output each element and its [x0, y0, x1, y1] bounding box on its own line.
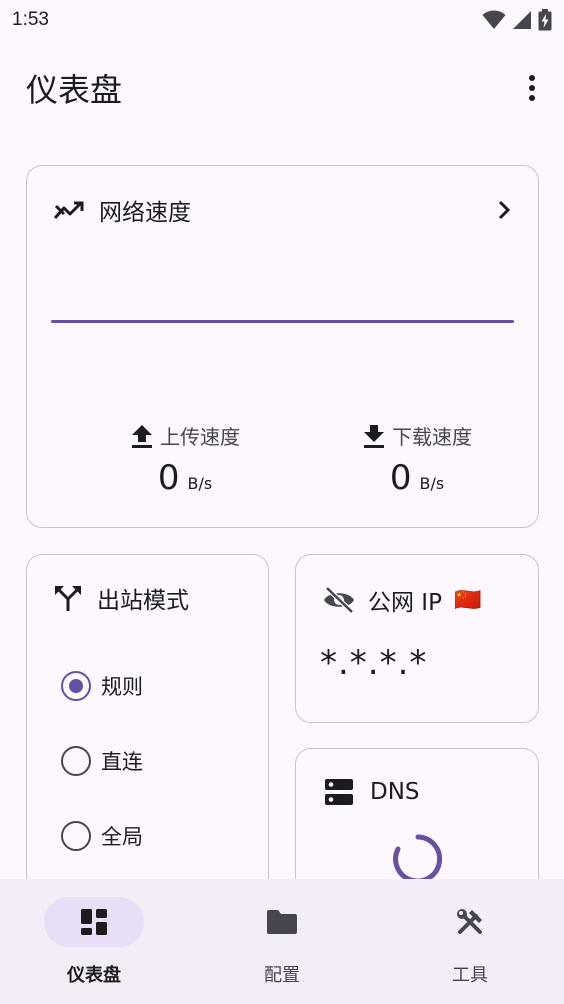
outbound-option-rule[interactable]: 规则	[61, 671, 143, 701]
app-bar: 仪表盘	[0, 58, 564, 118]
trending-icon	[53, 201, 84, 220]
nav-item-profiles[interactable]: 配置	[188, 879, 376, 1004]
upload-speed: 上传速度 0 B/s	[105, 421, 265, 498]
radio-label: 全局	[101, 825, 143, 849]
tools-icon	[457, 909, 482, 934]
radio-label: 直连	[101, 750, 143, 774]
bottom-navigation: 仪表盘 配置 工具	[0, 879, 564, 1004]
call-split-icon	[55, 586, 81, 611]
download-speed-unit: B/s	[419, 474, 445, 493]
radio-direct[interactable]	[61, 746, 91, 776]
speed-chart-line	[51, 320, 514, 323]
download-speed: 下载速度 0 B/s	[337, 421, 497, 498]
outbound-option-direct[interactable]: 直连	[61, 746, 143, 776]
download-speed-label: 下载速度	[392, 425, 472, 449]
dns-title: DNS	[370, 779, 420, 805]
more-options-button[interactable]	[518, 68, 546, 108]
outbound-option-global[interactable]: 全局	[61, 821, 143, 851]
country-flag: 🇨🇳	[453, 587, 482, 613]
radio-global[interactable]	[61, 821, 91, 851]
status-bar: 1:53	[0, 0, 564, 40]
dashboard-icon	[81, 909, 107, 935]
outbound-mode-title: 出站模式	[97, 588, 189, 614]
public-ip-header: 公网 IP 🇨🇳	[322, 583, 481, 617]
outbound-mode-card: 出站模式 规则 直连 全局	[26, 554, 269, 894]
nav-pill-profiles	[232, 897, 332, 947]
upload-speed-value: 0	[157, 458, 180, 498]
radio-label: 规则	[101, 675, 143, 699]
radio-rule[interactable]	[61, 671, 91, 701]
network-speed-card[interactable]: 网络速度 上传速度 0 B/s 下载速度 0 B/s	[26, 165, 539, 528]
outbound-mode-header: 出站模式	[53, 581, 189, 615]
network-speed-title: 网络速度	[99, 200, 191, 226]
upload-speed-unit: B/s	[187, 474, 213, 493]
battery-charging-icon	[538, 9, 552, 31]
dns-header: DNS	[324, 777, 420, 807]
network-speed-header: 网络速度	[53, 192, 512, 228]
nav-item-tools[interactable]: 工具	[376, 879, 564, 1004]
page-title: 仪表盘	[26, 71, 123, 109]
dns-icon	[325, 779, 353, 805]
more-vert-icon	[529, 75, 535, 101]
nav-label-tools: 工具	[452, 965, 488, 986]
download-speed-value: 0	[389, 458, 412, 498]
nav-label-dashboard: 仪表盘	[67, 965, 121, 986]
status-icons	[482, 9, 552, 31]
visibility-off-icon[interactable]	[322, 586, 356, 614]
upload-speed-label: 上传速度	[160, 425, 240, 449]
nav-label-profiles: 配置	[264, 965, 300, 986]
nav-pill-tools	[420, 897, 520, 947]
public-ip-card[interactable]: 公网 IP 🇨🇳 *.*.*.*	[295, 554, 539, 723]
public-ip-title: 公网 IP	[368, 590, 442, 616]
wifi-icon	[482, 10, 506, 29]
nav-active-indicator	[44, 897, 144, 947]
download-icon	[364, 424, 384, 448]
public-ip-value: *.*.*.*	[320, 643, 428, 683]
cellular-signal-icon	[513, 11, 531, 29]
upload-icon	[132, 424, 152, 448]
status-time: 1:53	[12, 9, 49, 30]
nav-item-dashboard[interactable]: 仪表盘	[0, 879, 188, 1004]
chevron-right-icon[interactable]	[496, 199, 512, 221]
folder-icon	[267, 910, 297, 934]
